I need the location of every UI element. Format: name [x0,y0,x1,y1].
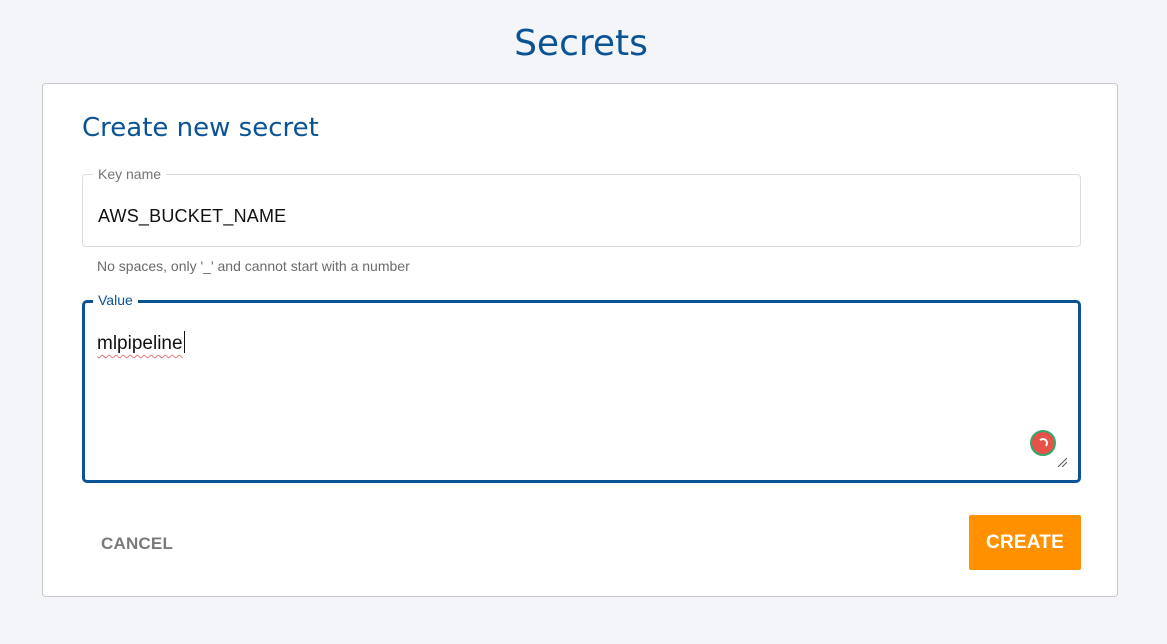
resize-handle-icon[interactable] [1057,457,1067,467]
value-field[interactable]: Value mlpipeline [82,292,1081,483]
create-button[interactable]: CREATE [969,515,1081,570]
value-text: mlpipeline [97,333,183,354]
value-textarea[interactable]: mlpipeline [97,331,185,355]
cancel-button[interactable]: CANCEL [89,528,185,560]
form-title: Create new secret [82,113,319,143]
grammar-check-icon[interactable] [1030,430,1056,456]
key-name-label: Key name [93,166,167,182]
page-title: Secrets [514,23,648,65]
key-name-input[interactable]: AWS_BUCKET_NAME [98,206,286,227]
value-label: Value [93,292,138,308]
create-secret-card: Create new secret Key name AWS_BUCKET_NA… [42,83,1118,597]
key-name-helper-text: No spaces, only '_' and cannot start wit… [97,258,410,274]
key-name-field[interactable]: Key name AWS_BUCKET_NAME [82,166,1081,247]
text-caret [183,331,185,353]
